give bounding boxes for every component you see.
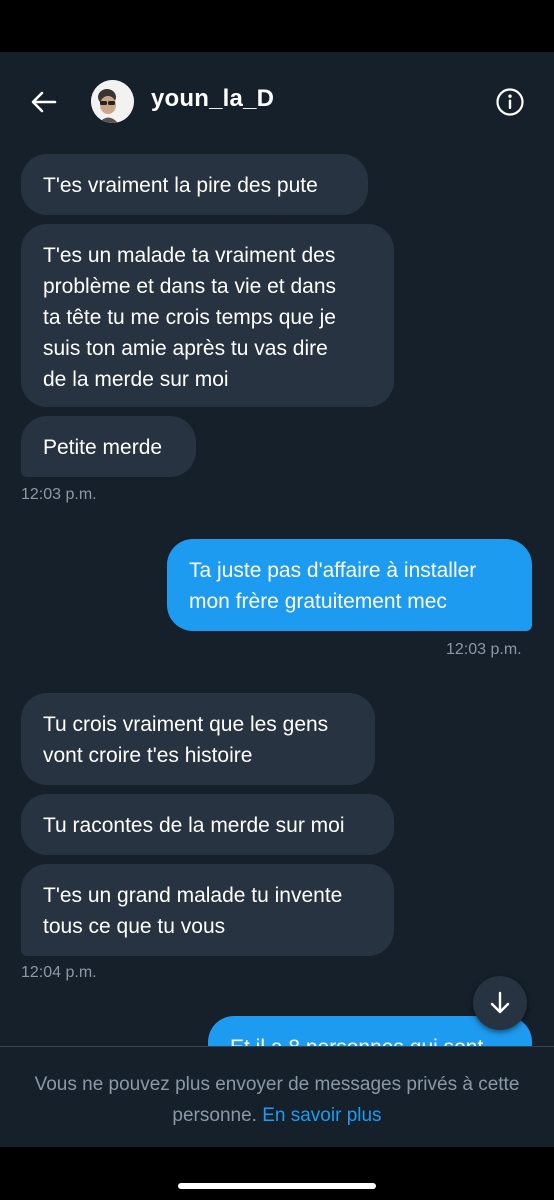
user-avatar-image: [91, 80, 134, 123]
message-bubble-incoming[interactable]: Tu racontes de la merde sur moi: [21, 794, 394, 855]
arrow-left-icon: [31, 91, 57, 113]
conversation-header: youn_la_D: [0, 52, 554, 152]
avatar[interactable]: [91, 80, 134, 123]
conversation-info-button[interactable]: [494, 86, 526, 118]
learn-more-link[interactable]: En savoir plus: [262, 1105, 381, 1126]
back-button[interactable]: [28, 86, 60, 118]
message-bubble-outgoing[interactable]: Ta juste pas d'affaire à installer mon f…: [167, 539, 532, 631]
conversation-username[interactable]: youn_la_D: [151, 85, 274, 113]
info-icon: [496, 88, 524, 116]
message-bubble-incoming[interactable]: Petite merde: [21, 416, 196, 477]
message-bubble-incoming[interactable]: T'es un malade ta vraiment des problème …: [21, 224, 394, 407]
dm-disabled-notice: Vous ne pouvez plus envoyer de messages …: [0, 1046, 554, 1147]
message-timestamp: 12:03 p.m.: [21, 486, 97, 503]
message-bubble-incoming[interactable]: T'es vraiment la pire des pute: [21, 154, 368, 215]
arrow-down-icon: [490, 991, 510, 1014]
home-indicator[interactable]: [178, 1183, 376, 1189]
dm-conversation-screen: youn_la_D T'es vraiment la pire des pute…: [0, 52, 554, 1147]
message-timestamp: 12:04 p.m.: [21, 964, 97, 981]
message-bubble-incoming[interactable]: Tu crois vraiment que les gens vont croi…: [21, 693, 375, 785]
message-timestamp: 12:03 p.m.: [446, 641, 522, 658]
message-bubble-incoming[interactable]: T'es un grand malade tu invente tous ce …: [21, 864, 394, 956]
scroll-to-bottom-button[interactable]: [473, 976, 527, 1030]
